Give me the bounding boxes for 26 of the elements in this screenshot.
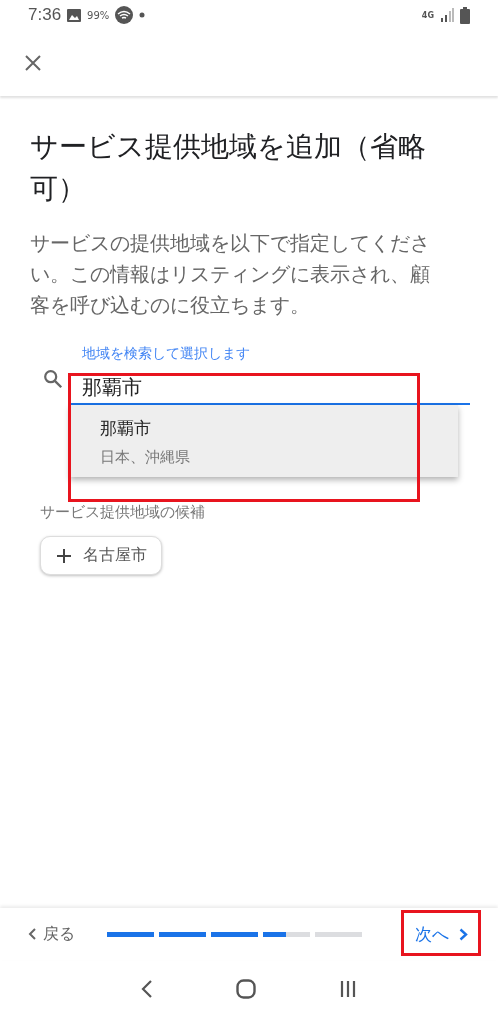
suggestion-item[interactable]: 那覇市 日本、沖縄県 xyxy=(70,405,458,477)
suggestion-name: 那覇市 xyxy=(100,417,152,440)
wifi-icon xyxy=(115,6,134,24)
plus-icon xyxy=(57,548,71,563)
description-text: サービスの提供地域を以下で指定してください。この情報はリスティングに表示され、顧客を呼び込むのに役立ちます。 xyxy=(30,230,431,319)
back-button[interactable]: 戻る xyxy=(28,923,75,945)
page-title: サービス提供地域を追加（省略可） xyxy=(30,129,427,207)
battery-icon xyxy=(460,6,470,24)
field-label: 地域を検索して選択します xyxy=(82,345,250,363)
candidates-heading: サービス提供地域の候補 xyxy=(40,503,206,522)
search-icon xyxy=(42,367,64,391)
add-area-chip[interactable]: 名古屋市 xyxy=(40,536,162,575)
back-nav-icon[interactable] xyxy=(141,979,154,999)
battery-saver-text: 99% xyxy=(87,9,110,21)
chevron-left-icon xyxy=(28,928,36,940)
signal-icon xyxy=(440,8,454,22)
recents-nav-icon[interactable] xyxy=(338,980,357,998)
close-icon xyxy=(24,54,42,72)
status-time: 7:36 xyxy=(28,5,62,25)
chevron-right-icon xyxy=(459,927,468,941)
next-button[interactable]: 次へ xyxy=(401,912,476,956)
image-icon xyxy=(67,8,82,22)
suggestion-region: 日本、沖縄県 xyxy=(100,448,191,467)
network-text: 4G xyxy=(421,10,434,20)
home-nav-icon[interactable] xyxy=(236,979,256,999)
dot-icon xyxy=(139,12,146,18)
